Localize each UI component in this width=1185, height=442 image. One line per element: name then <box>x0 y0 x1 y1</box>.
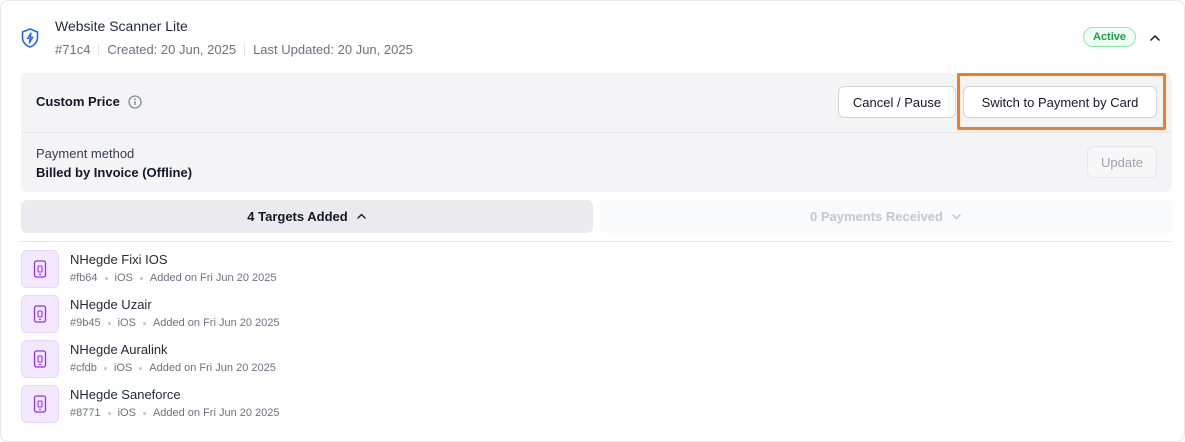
target-added: Added on Fri Jun 20 2025 <box>149 272 277 284</box>
subscription-title: Website Scanner Lite <box>55 18 188 34</box>
tab-payments-label: 0 Payments Received <box>810 209 943 224</box>
tab-targets-label: 4 Targets Added <box>247 209 348 224</box>
meta-divider <box>244 42 246 57</box>
target-name: NHegde Saneforce <box>70 387 181 402</box>
target-name: NHegde Fixi IOS <box>70 252 168 267</box>
tabs-divider <box>21 241 1172 242</box>
target-platform: iOS <box>117 317 136 329</box>
status-badge: Active <box>1083 27 1137 47</box>
target-id: #8771 <box>70 407 101 419</box>
dot-separator <box>107 411 111 415</box>
list-item[interactable]: NHegde Uzair #9b45 iOS Added on Fri Jun … <box>21 295 421 333</box>
subscription-id: #71c4 <box>55 42 91 57</box>
switch-to-card-button[interactable]: Switch to Payment by Card <box>963 86 1157 118</box>
target-added: Added on Fri Jun 20 2025 <box>152 317 280 329</box>
target-id: #cfdb <box>70 362 97 374</box>
custom-price-text: Custom Price <box>36 94 120 109</box>
chevron-down-icon <box>952 214 961 220</box>
target-platform: iOS <box>114 272 133 284</box>
shield-bolt-icon <box>21 28 39 48</box>
updated-date: Last Updated: 20 Jun, 2025 <box>253 42 413 57</box>
pricing-panel: Custom Price Cancel / Pause Switch to Pa… <box>21 73 1172 192</box>
list-item[interactable]: NHegde Saneforce #8771 iOS Added on Fri … <box>21 385 421 423</box>
list-item[interactable]: NHegde Fixi IOS #fb64 iOS Added on Fri J… <box>21 250 421 288</box>
info-icon[interactable] <box>128 94 142 109</box>
tab-targets[interactable]: 4 Targets Added <box>21 200 593 233</box>
target-meta: #fb64 iOS Added on Fri Jun 20 2025 <box>70 272 276 284</box>
chevron-up-icon <box>357 213 366 219</box>
target-platform: iOS <box>113 362 133 374</box>
payment-method-value: Billed by Invoice (Offline) <box>36 165 193 180</box>
dot-separator <box>103 366 107 370</box>
mobile-app-icon <box>21 295 59 333</box>
dot-separator <box>107 321 111 325</box>
mobile-app-icon <box>21 340 59 378</box>
target-name: NHegde Auralink <box>70 342 168 357</box>
meta-divider <box>98 42 100 57</box>
tab-payments[interactable]: 0 Payments Received <box>600 200 1172 233</box>
dot-separator <box>139 276 143 280</box>
panel-divider <box>21 132 1172 133</box>
target-added: Added on Fri Jun 20 2025 <box>149 362 276 374</box>
target-meta: #cfdb iOS Added on Fri Jun 20 2025 <box>70 362 276 374</box>
dot-separator <box>142 321 146 325</box>
dot-separator <box>104 276 108 280</box>
dot-separator <box>139 366 143 370</box>
mobile-app-icon <box>21 250 59 288</box>
target-added: Added on Fri Jun 20 2025 <box>152 407 280 419</box>
subscription-card: Website Scanner Lite #71c4 Created: 20 J… <box>0 0 1185 442</box>
subscription-meta: #71c4 Created: 20 Jun, 2025 Last Updated… <box>55 42 413 57</box>
target-id: #fb64 <box>70 272 98 284</box>
target-name: NHegde Uzair <box>70 297 152 312</box>
chevron-up-icon[interactable] <box>1148 31 1162 45</box>
target-meta: #8771 iOS Added on Fri Jun 20 2025 <box>70 407 280 419</box>
mobile-app-icon <box>21 385 59 423</box>
cancel-pause-button[interactable]: Cancel / Pause <box>838 86 956 118</box>
custom-price-label: Custom Price <box>36 94 142 109</box>
target-meta: #9b45 iOS Added on Fri Jun 20 2025 <box>70 317 280 329</box>
created-date: Created: 20 Jun, 2025 <box>107 42 237 57</box>
target-platform: iOS <box>117 407 136 419</box>
dot-separator <box>142 411 146 415</box>
target-id: #9b45 <box>70 317 101 329</box>
update-button[interactable]: Update <box>1087 146 1157 178</box>
payment-method-label: Payment method <box>36 146 135 161</box>
list-item[interactable]: NHegde Auralink #cfdb iOS Added on Fri J… <box>21 340 421 378</box>
